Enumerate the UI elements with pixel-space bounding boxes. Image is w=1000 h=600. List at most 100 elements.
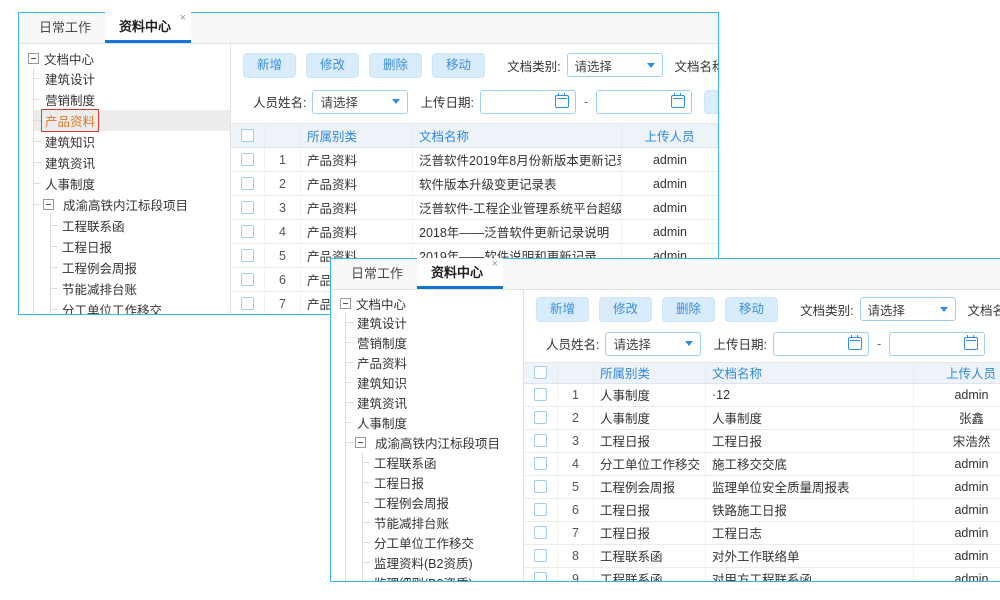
calendar-icon[interactable]	[848, 337, 862, 350]
move-button[interactable]: 移动	[432, 53, 485, 78]
collapse-icon[interactable]	[28, 53, 39, 64]
row-number: 5	[558, 476, 594, 498]
sidebar-item[interactable]: 营销制度	[346, 332, 523, 352]
row-category: 工程日报	[594, 499, 706, 521]
collapse-icon[interactable]	[355, 437, 366, 448]
edit-button[interactable]: 修改	[599, 297, 652, 322]
row-checkbox[interactable]	[241, 201, 254, 214]
upload-date-start-input[interactable]	[773, 332, 869, 356]
person-name-select[interactable]: 请选择	[312, 90, 408, 114]
sidebar-item[interactable]: 监理细则(B2资质)	[363, 572, 523, 581]
sidebar-item[interactable]: 建筑知识	[346, 372, 523, 392]
sidebar-item[interactable]: 建筑资讯	[34, 152, 230, 173]
upload-date-end-input[interactable]	[889, 332, 985, 356]
doc-name-label: 文档名称:	[968, 300, 1000, 319]
row-checkbox[interactable]	[534, 572, 547, 581]
sidebar-item[interactable]: 建筑设计	[346, 312, 523, 332]
table-row[interactable]: 8 工程联系函 对外工作联络单 admin	[524, 545, 1000, 568]
row-checkbox[interactable]	[534, 503, 547, 516]
table-row[interactable]: 3 工程日报 工程日报 宋浩然	[524, 430, 1000, 453]
search-button[interactable]: 查询	[704, 90, 718, 115]
row-checkbox[interactable]	[241, 153, 254, 166]
add-button[interactable]: 新增	[243, 53, 296, 78]
close-icon[interactable]: ×	[492, 259, 498, 270]
table-row[interactable]: 4 分工单位工作移交 施工移交交底 admin	[524, 453, 1000, 476]
table-row[interactable]: 6 工程日报 铁路施工日报 admin	[524, 499, 1000, 522]
table-row[interactable]: 3 产品资料 泛普软件-工程企业管理系统平台超级管理员操作手册 admin	[231, 196, 718, 220]
row-checkbox[interactable]	[534, 526, 547, 539]
doc-type-select[interactable]: 请选择	[860, 297, 956, 321]
tab-data-center[interactable]: 资料中心 ×	[417, 258, 503, 289]
doc-type-label: 文档类别:	[800, 300, 853, 319]
person-name-select[interactable]: 请选择	[605, 332, 701, 356]
sidebar-root-document-center[interactable]: 文档中心	[331, 294, 523, 312]
sidebar-item[interactable]: 分工单位工作移交	[363, 532, 523, 552]
sidebar-item[interactable]: 工程联系函	[363, 452, 523, 472]
sidebar-item[interactable]: 工程例会周报	[51, 257, 230, 278]
row-category: 工程联系函	[594, 568, 706, 582]
row-checkbox[interactable]	[241, 225, 254, 238]
row-checkbox[interactable]	[534, 434, 547, 447]
sidebar-item[interactable]: 监理资料(B2资质)	[363, 552, 523, 572]
row-checkbox[interactable]	[241, 177, 254, 190]
sidebar-item[interactable]: 产品资料	[346, 352, 523, 372]
table-row[interactable]: 1 产品资料 泛普软件2019年8月份新版本更新记录 admin	[231, 148, 718, 172]
sidebar-root-document-center[interactable]: 文档中心	[19, 48, 230, 68]
sidebar-item[interactable]: 节能减排台账	[51, 278, 230, 299]
edit-button[interactable]: 修改	[306, 53, 359, 78]
sidebar-item[interactable]: 建筑设计	[34, 68, 230, 89]
tab-daily-work[interactable]: 日常工作	[337, 259, 417, 289]
sidebar-item[interactable]: 节能减排台账	[363, 512, 523, 532]
calendar-icon[interactable]	[671, 95, 685, 108]
doc-type-select[interactable]: 请选择	[567, 53, 663, 77]
table-row[interactable]: 9 工程联系函 对甲方工程联系函 admin	[524, 568, 1000, 582]
sidebar-item[interactable]: 人事制度	[34, 173, 230, 194]
sidebar-branch[interactable]: 成渝高铁内江标段项目	[34, 194, 230, 215]
row-checkbox[interactable]	[241, 297, 254, 310]
upload-date-end-input[interactable]	[596, 90, 692, 114]
row-doc-name: ·12	[706, 384, 914, 406]
header-doc-name: 文档名称	[706, 363, 914, 383]
table-row[interactable]: 7 工程日报 工程日志 admin	[524, 522, 1000, 545]
row-checkbox[interactable]	[241, 273, 254, 286]
row-checkbox[interactable]	[534, 411, 547, 424]
sidebar-item[interactable]: 工程日报	[51, 236, 230, 257]
close-icon[interactable]: ×	[180, 13, 186, 24]
sidebar-item[interactable]: 产品资料	[34, 110, 230, 131]
tab-daily-work[interactable]: 日常工作	[25, 13, 105, 43]
collapse-icon[interactable]	[340, 298, 351, 309]
calendar-icon[interactable]	[964, 337, 978, 350]
table-row[interactable]: 5 工程例会周报 监理单位安全质量周报表 admin	[524, 476, 1000, 499]
add-button[interactable]: 新增	[536, 297, 589, 322]
doc-type-value: 请选择	[868, 300, 906, 319]
table-row[interactable]: 1 人事制度 ·12 admin	[524, 384, 1000, 407]
delete-button[interactable]: 删除	[662, 297, 715, 322]
row-checkbox[interactable]	[534, 480, 547, 493]
sidebar-item[interactable]: 营销制度	[34, 89, 230, 110]
table-row[interactable]: 2 产品资料 软件版本升级变更记录表 admin	[231, 172, 718, 196]
tab-bar: 日常工作 资料中心 ×	[331, 259, 1000, 290]
sidebar-item-label: 分工单位工作移交	[58, 298, 166, 314]
move-button[interactable]: 移动	[725, 297, 778, 322]
select-all-checkbox[interactable]	[534, 366, 547, 379]
sidebar-item[interactable]: 工程例会周报	[363, 492, 523, 512]
sidebar-item[interactable]: 建筑知识	[34, 131, 230, 152]
sidebar-item[interactable]: 建筑资讯	[346, 392, 523, 412]
upload-date-start-input[interactable]	[480, 90, 576, 114]
sidebar-branch[interactable]: 成渝高铁内江标段项目	[346, 432, 523, 452]
sidebar-item[interactable]: 工程日报	[363, 472, 523, 492]
table-row[interactable]: 2 人事制度 人事制度 张鑫	[524, 407, 1000, 430]
select-all-checkbox[interactable]	[241, 129, 254, 142]
collapse-icon[interactable]	[43, 199, 54, 210]
sidebar-item[interactable]: 人事制度	[346, 412, 523, 432]
row-checkbox[interactable]	[534, 549, 547, 562]
row-checkbox[interactable]	[534, 388, 547, 401]
delete-button[interactable]: 删除	[369, 53, 422, 78]
sidebar-item[interactable]: 工程联系函	[51, 215, 230, 236]
sidebar-item[interactable]: 分工单位工作移交	[51, 299, 230, 314]
row-checkbox[interactable]	[534, 457, 547, 470]
tab-data-center[interactable]: 资料中心 ×	[105, 12, 191, 43]
calendar-icon[interactable]	[555, 95, 569, 108]
table-row[interactable]: 4 产品资料 2018年——泛普软件更新记录说明 admin	[231, 220, 718, 244]
row-checkbox[interactable]	[241, 249, 254, 262]
